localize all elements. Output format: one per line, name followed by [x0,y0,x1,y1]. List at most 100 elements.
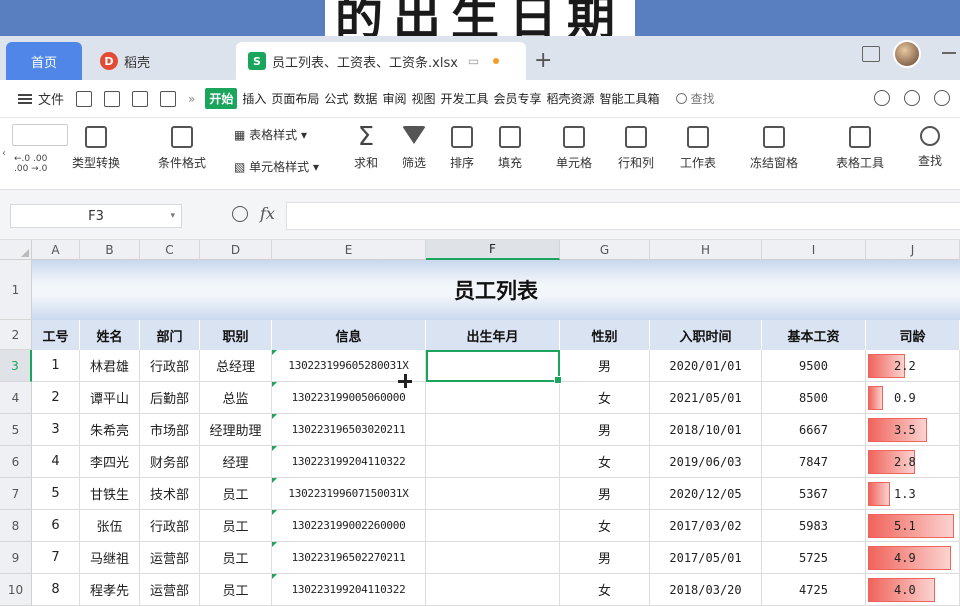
cell-gender[interactable]: 女 [560,510,650,542]
column-header-c[interactable]: C [140,240,200,260]
freeze-button[interactable]: 冻结窗格 [750,126,798,171]
cell-info[interactable]: 130223199002260000 [272,510,426,542]
cond-format-button[interactable]: 条件格式 [158,126,206,171]
header-cell-salary[interactable]: 基本工资 [762,320,866,350]
cell-gender[interactable]: 男 [560,350,650,382]
cell-title[interactable]: 员工 [200,478,272,510]
print-preview-icon[interactable] [160,90,177,107]
menu-data[interactable]: 数据 [353,90,377,107]
menu-insert[interactable]: 插入 [242,90,266,107]
cell-info[interactable]: 130223199204110322 [272,574,426,606]
cell-hire[interactable]: 2018/10/01 [650,414,762,446]
cell-title[interactable]: 经理 [200,446,272,478]
header-cell-dept[interactable]: 部门 [140,320,200,350]
cell-tenure[interactable]: 2.2 [866,350,960,382]
cell-hire[interactable]: 2020/12/05 [650,478,762,510]
cell-salary[interactable]: 5725 [762,542,866,574]
cell-info[interactable]: 130223196502270211 [272,542,426,574]
header-cell-info[interactable]: 信息 [272,320,426,350]
cell-dept[interactable]: 技术部 [140,478,200,510]
header-cell-gender[interactable]: 性别 [560,320,650,350]
row-header-4[interactable]: 4 [0,382,32,414]
column-header-a[interactable]: A [32,240,80,260]
cell-salary[interactable]: 5367 [762,478,866,510]
type-convert-button[interactable]: 类型转换 [72,126,120,171]
cell-title[interactable]: 总经理 [200,350,272,382]
cell-birth[interactable] [426,574,560,606]
menu-view[interactable]: 视图 [411,90,435,107]
zoom-icon[interactable] [232,206,248,222]
cell-tenure[interactable]: 5.1 [866,510,960,542]
cell-name[interactable]: 程孝先 [80,574,140,606]
row-header-8[interactable]: 8 [0,510,32,542]
column-header-h[interactable]: H [650,240,762,260]
column-header-i[interactable]: I [762,240,866,260]
row-header-1[interactable]: 1 [0,260,32,320]
header-cell-id[interactable]: 工号 [32,320,80,350]
cell-hire[interactable]: 2019/06/03 [650,446,762,478]
cell-hire[interactable]: 2021/05/01 [650,382,762,414]
cell-hire[interactable]: 2017/03/02 [650,510,762,542]
cell-birth[interactable] [426,382,560,414]
cell-name[interactable]: 朱希亮 [80,414,140,446]
cell-dept[interactable]: 后勤部 [140,382,200,414]
fx-icon[interactable]: fx [260,204,275,223]
avatar[interactable] [893,40,921,68]
cell-id[interactable]: 4 [32,446,80,478]
cell-id[interactable]: 7 [32,542,80,574]
cell-dept[interactable]: 财务部 [140,446,200,478]
table-style-button[interactable]: ▦ 表格样式 ▾ [234,126,307,143]
cell-birth[interactable] [426,414,560,446]
header-cell-title[interactable]: 职别 [200,320,272,350]
column-header-f[interactable]: F [426,240,560,260]
number-format-select[interactable] [12,124,68,146]
cell-hire[interactable]: 2018/03/20 [650,574,762,606]
menu-docer-resources[interactable]: 稻壳资源 [547,90,595,107]
cell-button[interactable]: 单元格 [556,126,592,171]
save-icon[interactable] [76,90,93,107]
hamburger-icon[interactable] [18,93,32,104]
menu-page-layout[interactable]: 页面布局 [271,90,319,107]
cell-id[interactable]: 3 [32,414,80,446]
share-user-icon[interactable] [904,90,920,106]
row-header-6[interactable]: 6 [0,446,32,478]
cell-gender[interactable]: 男 [560,414,650,446]
cell-name[interactable]: 李四光 [80,446,140,478]
cell-id[interactable]: 6 [32,510,80,542]
cell-birth[interactable] [426,350,560,382]
cell-title[interactable]: 员工 [200,510,272,542]
menu-review[interactable]: 审阅 [382,90,406,107]
ribbon-scroll-left-icon[interactable]: ‹ [2,148,6,159]
row-header-2[interactable]: 2 [0,320,32,350]
menu-start[interactable]: 开始 [205,88,238,109]
cell-salary[interactable]: 5983 [762,510,866,542]
cell-name[interactable]: 谭平山 [80,382,140,414]
cell-hire[interactable]: 2020/01/01 [650,350,762,382]
row-header-5[interactable]: 5 [0,414,32,446]
upload-icon[interactable] [934,90,950,106]
cell-salary[interactable]: 6667 [762,414,866,446]
menu-formula[interactable]: 公式 [324,90,348,107]
table-tools-button[interactable]: 表格工具 [836,126,884,171]
cell-id[interactable]: 5 [32,478,80,510]
cell-birth[interactable] [426,446,560,478]
tab-home[interactable]: 首页 [6,42,82,80]
sheet-button[interactable]: 工作表 [680,126,716,171]
cell-tenure[interactable]: 4.9 [866,542,960,574]
header-cell-name[interactable]: 姓名 [80,320,140,350]
menu-member[interactable]: 会员专享 [493,90,541,107]
cell-title[interactable]: 总监 [200,382,272,414]
print-icon[interactable] [132,90,149,107]
cell-gender[interactable]: 女 [560,574,650,606]
cell-dept[interactable]: 行政部 [140,510,200,542]
cell-birth[interactable] [426,478,560,510]
column-header-d[interactable]: D [200,240,272,260]
cell-gender[interactable]: 男 [560,542,650,574]
tab-workbook[interactable]: S 员工列表、工资表、工资条.xlsx ▭ [236,42,526,80]
cell-id[interactable]: 1 [32,350,80,382]
cell-info[interactable]: 130223199204110322 [272,446,426,478]
header-cell-tenure[interactable]: 司龄 [866,320,960,350]
export-icon[interactable] [104,90,121,107]
menu-smart-toolbox[interactable]: 智能工具箱 [600,90,660,107]
row-header-10[interactable]: 10 [0,574,32,606]
